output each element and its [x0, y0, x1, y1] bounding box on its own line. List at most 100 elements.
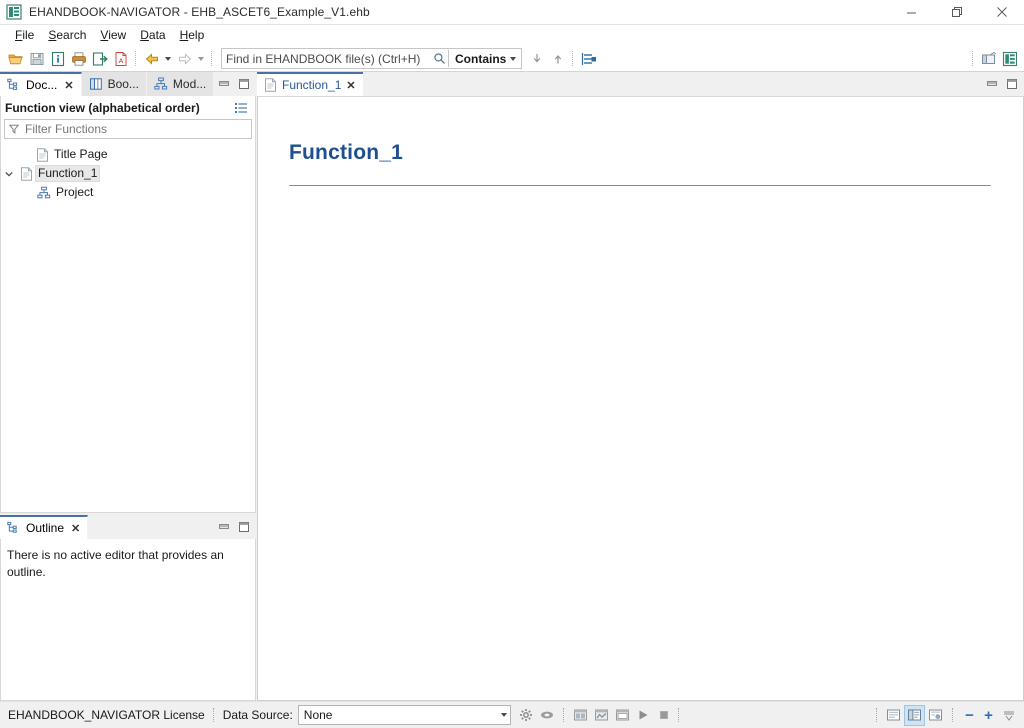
play-icon[interactable] [634, 706, 653, 725]
status-separator-5 [952, 708, 954, 722]
tab-outline[interactable]: Outline ✕ [0, 515, 88, 539]
editor-tab-row: Function_1 ✕ [257, 72, 1024, 96]
page-icon [264, 78, 277, 92]
page-title: Function_1 [289, 141, 1023, 165]
editor-tab-function-1[interactable]: Function_1 ✕ [257, 72, 363, 96]
search-mode-button[interactable]: Contains [449, 50, 521, 67]
tree-item-project[interactable]: Project [1, 183, 255, 202]
tab-book[interactable]: Boo... [82, 72, 147, 96]
back-icon[interactable] [141, 48, 162, 69]
tree-item-function-1[interactable]: Function_1 [1, 164, 255, 183]
main-area: Doc... ✕ Boo... [0, 72, 1024, 701]
window-title: EHANDBOOK-NAVIGATOR - EHB_ASCET6_Example… [29, 5, 370, 19]
view-menu-icon[interactable] [233, 100, 249, 116]
status-bar: EHANDBOOK_NAVIGATOR License Data Source:… [0, 701, 1024, 728]
editor-tab-label: Function_1 [282, 78, 341, 92]
outline-folder-buttons [215, 515, 256, 539]
menu-search[interactable]: Search [41, 26, 93, 45]
save-icon[interactable] [26, 48, 47, 69]
zoom-in-button[interactable]: + [980, 706, 997, 725]
layout-detail-icon[interactable] [926, 706, 945, 725]
restore-button[interactable] [934, 0, 979, 24]
calibration-window-icon[interactable] [571, 706, 590, 725]
menu-file[interactable]: FFileile [8, 26, 41, 45]
search-next-icon[interactable] [526, 48, 547, 69]
status-separator-3 [678, 708, 680, 722]
zoom-reset-icon[interactable] [999, 706, 1018, 725]
function-view-title: Function view (alphabetical order) [5, 101, 200, 115]
window-controls [889, 0, 1024, 24]
snapshot-window-icon[interactable] [613, 706, 632, 725]
tab-outline-close[interactable]: ✕ [71, 522, 80, 535]
search-icon[interactable] [430, 52, 448, 65]
document-tree-icon [7, 78, 21, 92]
minimize-view-icon[interactable] [215, 75, 233, 93]
editor-tab-close[interactable]: ✕ [346, 79, 355, 92]
zoom-out-button[interactable]: − [961, 706, 978, 725]
measurement-window-icon[interactable] [592, 706, 611, 725]
stop-icon[interactable] [655, 706, 674, 725]
maximize-view-icon[interactable] [235, 518, 253, 536]
export-icon[interactable] [89, 48, 110, 69]
tab-documentation[interactable]: Doc... ✕ [0, 72, 82, 96]
status-separator [213, 708, 215, 722]
tree-item-title-page[interactable]: Title Page [1, 145, 255, 164]
maximize-editor-icon[interactable] [1003, 75, 1021, 93]
tab-documentation-close[interactable]: ✕ [64, 79, 73, 92]
filter-functions-row [4, 119, 252, 139]
tab-book-label: Boo... [108, 77, 139, 91]
layout-single-icon[interactable] [884, 706, 903, 725]
tree-item-label: Title Page [51, 147, 111, 162]
left-tab-row: Doc... ✕ Boo... [0, 72, 256, 96]
title-bar: EHANDBOOK-NAVIGATOR - EHB_ASCET6_Example… [0, 0, 1024, 25]
link-with-editor-icon[interactable] [578, 48, 599, 69]
forward-icon[interactable] [174, 48, 195, 69]
status-left-icons [517, 706, 557, 725]
tab-model[interactable]: Mod... [147, 72, 214, 96]
outline-view-folder: Outline ✕ [0, 515, 256, 701]
minimize-view-icon[interactable] [215, 518, 233, 536]
model-hierarchy-icon [154, 77, 168, 91]
data-source-select[interactable]: None [298, 705, 511, 725]
book-icon [89, 77, 103, 91]
measurement-icon[interactable] [538, 706, 557, 725]
license-status-text: EHANDBOOK_NAVIGATOR License [8, 708, 205, 722]
status-separator-4 [876, 708, 878, 722]
chevron-down-icon [501, 713, 507, 717]
menu-data[interactable]: Data [133, 26, 172, 45]
open-icon[interactable] [5, 48, 26, 69]
menu-help[interactable]: Help [173, 26, 212, 45]
left-folder-buttons [215, 72, 256, 96]
minimize-editor-icon[interactable] [983, 75, 1001, 93]
outline-icon [7, 521, 21, 535]
forward-dropdown-caret[interactable] [195, 48, 207, 69]
close-button[interactable] [979, 0, 1024, 24]
pdf-icon[interactable]: A [110, 48, 131, 69]
perspective-ehandbook-icon[interactable] [999, 48, 1020, 69]
svg-text:A: A [118, 58, 123, 65]
menu-bar: FFileile Search View Data Help [0, 25, 1024, 46]
settings-gear-icon[interactable] [517, 706, 536, 725]
tree-expander-expanded-icon[interactable] [1, 169, 17, 179]
print-icon[interactable] [68, 48, 89, 69]
toolbar-right-group [968, 46, 1020, 71]
maximize-view-icon[interactable] [235, 75, 253, 93]
tree-item-label: Function_1 [35, 165, 100, 182]
menu-view[interactable]: View [93, 26, 133, 45]
search-previous-icon[interactable] [547, 48, 568, 69]
document-view: Function_1 [257, 96, 1024, 701]
tab-outline-label: Outline [26, 521, 64, 535]
tab-documentation-label: Doc... [26, 78, 57, 92]
main-toolbar: A Contains [0, 46, 1024, 72]
editor-folder-buttons [983, 72, 1024, 96]
filter-functions-input[interactable] [23, 120, 237, 138]
info-icon[interactable] [47, 48, 68, 69]
layout-split-icon[interactable] [905, 706, 924, 725]
search-container: Contains [221, 48, 522, 69]
minimize-button[interactable] [889, 0, 934, 24]
back-dropdown-caret[interactable] [162, 48, 174, 69]
tree-item-label: Project [53, 185, 96, 200]
search-input[interactable] [222, 50, 430, 67]
application-window: EHANDBOOK-NAVIGATOR - EHB_ASCET6_Example… [0, 0, 1024, 728]
perspective-open-icon[interactable] [978, 48, 999, 69]
